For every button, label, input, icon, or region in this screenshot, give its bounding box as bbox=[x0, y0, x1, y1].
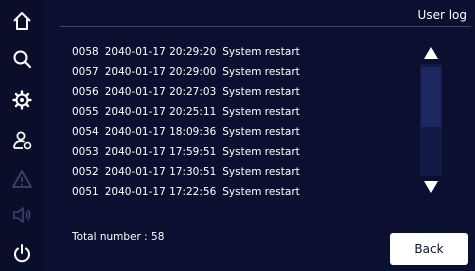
user-settings-icon bbox=[13, 131, 32, 150]
log-row: 0053 2040-01-17 17:59:51 System restart bbox=[72, 142, 402, 162]
scroll-up-button[interactable] bbox=[420, 42, 442, 64]
log-event: System restart bbox=[222, 66, 300, 78]
log-event: System restart bbox=[222, 46, 300, 58]
log-id: 0051 bbox=[72, 186, 99, 198]
log-datetime: 2040-01-17 20:25:11 bbox=[104, 106, 217, 118]
log-event: System restart bbox=[222, 126, 300, 138]
log-event: System restart bbox=[222, 166, 300, 178]
log-datetime: 2040-01-17 17:22:56 bbox=[104, 186, 217, 198]
log-id: 0058 bbox=[72, 46, 99, 58]
log-datetime: 2040-01-17 17:30:51 bbox=[104, 166, 217, 178]
log-row: 0054 2040-01-17 18:09:36 System restart bbox=[72, 122, 402, 142]
log-event: System restart bbox=[222, 186, 300, 198]
title-divider bbox=[60, 26, 471, 27]
log-datetime: 2040-01-17 18:09:36 bbox=[104, 126, 217, 138]
power-icon bbox=[14, 244, 30, 263]
log-row: 0057 2040-01-17 20:29:00 System restart bbox=[72, 62, 402, 82]
log-datetime: 2040-01-17 20:27:03 bbox=[104, 86, 217, 98]
search-button[interactable] bbox=[0, 42, 44, 76]
warning-icon bbox=[12, 170, 32, 188]
log-event: System restart bbox=[222, 86, 300, 98]
home-button[interactable] bbox=[0, 4, 44, 38]
user-settings-button[interactable] bbox=[0, 123, 44, 157]
sound-button[interactable] bbox=[0, 198, 44, 232]
log-row: 0051 2040-01-17 17:22:56 System restart bbox=[72, 182, 402, 202]
log-row: 0058 2040-01-17 20:29:20 System restart bbox=[72, 42, 402, 62]
alarm-button[interactable] bbox=[0, 162, 44, 196]
sidebar bbox=[0, 0, 44, 271]
log-id: 0056 bbox=[72, 86, 99, 98]
power-button[interactable] bbox=[0, 236, 44, 270]
triangle-up-icon bbox=[424, 47, 438, 59]
speaker-icon bbox=[13, 207, 31, 223]
back-button[interactable]: Back bbox=[390, 233, 468, 265]
log-row: 0055 2040-01-17 20:25:11 System restart bbox=[72, 102, 402, 122]
log-id: 0057 bbox=[72, 66, 99, 78]
log-list: 0058 2040-01-17 20:29:20 System restart … bbox=[72, 42, 402, 202]
scroll-thumb[interactable] bbox=[421, 67, 441, 127]
scroll-down-button[interactable] bbox=[420, 176, 442, 198]
log-datetime: 2040-01-17 17:59:51 bbox=[104, 146, 217, 158]
log-event: System restart bbox=[222, 106, 300, 118]
gear-icon bbox=[12, 90, 32, 110]
home-icon bbox=[13, 12, 31, 30]
triangle-down-icon bbox=[424, 181, 438, 193]
log-id: 0054 bbox=[72, 126, 99, 138]
total-count: Total number : 58 bbox=[72, 231, 165, 243]
log-id: 0053 bbox=[72, 146, 99, 158]
log-id: 0052 bbox=[72, 166, 99, 178]
log-datetime: 2040-01-17 20:29:00 bbox=[104, 66, 217, 78]
page-title: User log bbox=[417, 8, 467, 22]
log-row: 0052 2040-01-17 17:30:51 System restart bbox=[72, 162, 402, 182]
log-row: 0056 2040-01-17 20:27:03 System restart bbox=[72, 82, 402, 102]
settings-button[interactable] bbox=[0, 83, 44, 117]
search-icon bbox=[13, 50, 32, 69]
log-id: 0055 bbox=[72, 106, 99, 118]
log-datetime: 2040-01-17 20:29:20 bbox=[104, 46, 217, 58]
log-event: System restart bbox=[222, 146, 300, 158]
log-scrollbar[interactable] bbox=[420, 42, 442, 198]
